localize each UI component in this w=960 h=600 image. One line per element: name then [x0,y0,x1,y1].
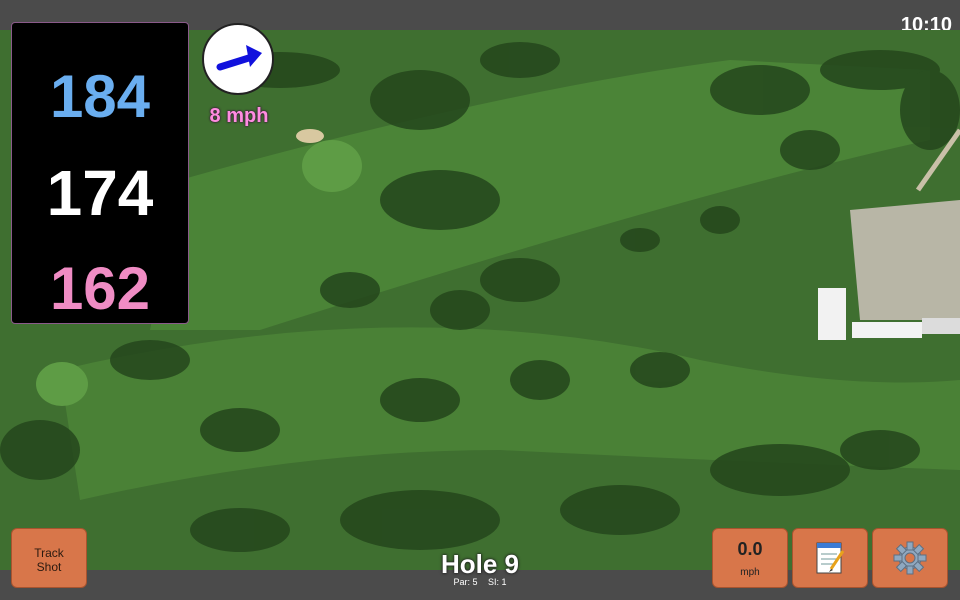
distance-panel: 184 174 162 [11,22,189,324]
hole-stroke-index: SI: 1 [488,577,507,587]
speed-unit: mph [740,567,760,578]
speed-button[interactable]: 0.0 mph [712,528,788,588]
track-shot-label-line1: Track [34,546,64,560]
gear-icon [893,541,927,575]
track-shot-label-line2: Shot [36,560,62,574]
speed-value: 0.0 [737,539,763,559]
wind-arrow-icon [216,45,262,71]
hole-par: Par: 5 [453,577,478,587]
hole-title: Hole 9 [440,549,520,579]
notes-button[interactable] [792,528,868,588]
distance-middle: 174 [46,157,154,229]
hole-info: Par: 5 SI: 1 [380,577,580,587]
notepad-icon [816,542,845,574]
wind-speed: 8 mph [209,105,269,127]
wind-direction-dial[interactable] [202,23,274,95]
settings-button[interactable] [872,528,948,588]
distance-back: 184 [49,63,151,130]
distance-front: 162 [49,255,151,322]
track-shot-button[interactable]: Track Shot [11,528,87,588]
